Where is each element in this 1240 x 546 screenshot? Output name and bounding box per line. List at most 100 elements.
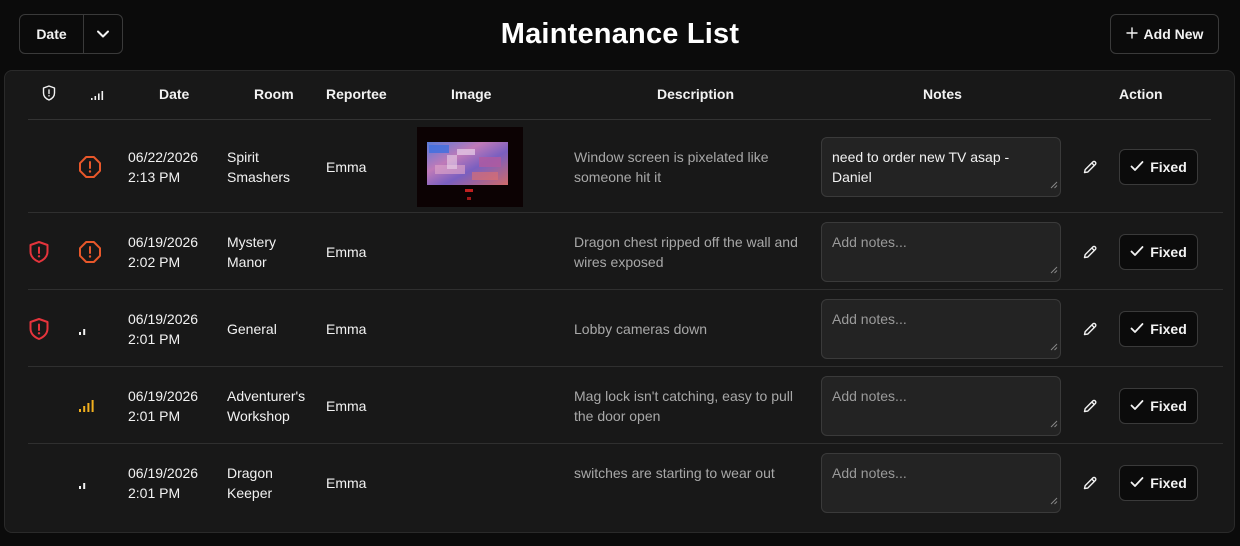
notes-placeholder: Add notes... (832, 464, 907, 481)
time-value: 2:01 PM (128, 484, 181, 501)
column-header-date[interactable]: Date (159, 86, 189, 102)
reportee-cell: Emma (326, 158, 367, 175)
mark-fixed-button[interactable]: Fixed (1119, 387, 1198, 424)
table-row: 06/22/2026 2:13 PM Spirit Smashers Emma Win… (5, 120, 1234, 213)
table-row: 06/19/2026 2:01 PM Dragon Keeper Emma switch… (5, 444, 1234, 521)
table-header: Date Room Reportee Image Description Not… (5, 71, 1234, 119)
description-cell: switches are starting to wear out (574, 464, 775, 481)
date-cell: 06/19/2026 2:02 PM (128, 232, 198, 272)
priority-signal-icon (78, 475, 96, 495)
check-icon (1130, 159, 1144, 175)
mark-fixed-button[interactable]: Fixed (1119, 310, 1198, 347)
add-new-label: Add New (1143, 26, 1204, 42)
edit-pencil-icon[interactable] (1080, 242, 1100, 262)
edit-pencil-icon[interactable] (1080, 473, 1100, 493)
notes-placeholder: Add notes... (832, 387, 907, 404)
column-header-reportee[interactable]: Reportee (326, 86, 387, 102)
shield-icon (42, 85, 56, 104)
column-header-image: Image (451, 86, 492, 102)
plus-icon (1125, 26, 1138, 42)
column-header-room[interactable]: Room (254, 86, 294, 102)
maintenance-table: Date Room Reportee Image Description Not… (4, 70, 1235, 533)
mark-fixed-button[interactable]: Fixed (1119, 148, 1198, 185)
notes-field[interactable]: Add notes... (821, 375, 1061, 436)
column-header-notes: Notes (923, 86, 962, 102)
mark-fixed-button[interactable]: Fixed (1119, 464, 1198, 501)
priority-signal-icon (78, 398, 96, 418)
time-value: 2:02 PM (128, 253, 181, 270)
resize-grip-icon[interactable] (1049, 490, 1058, 510)
description-cell: Mag lock isn't catching, easy to pull th… (574, 387, 794, 424)
table-row: 06/19/2026 2:02 PM Mystery Manor Emma Dragon… (5, 213, 1234, 290)
reportee-cell: Emma (326, 397, 367, 414)
fixed-label: Fixed (1150, 474, 1187, 491)
urgent-priority-icon (78, 240, 102, 269)
check-icon (1130, 398, 1144, 414)
reportee-cell: Emma (326, 243, 367, 260)
room-line: Manor (227, 253, 267, 270)
room-line: Smashers (227, 168, 291, 185)
fixed-label: Fixed (1150, 158, 1187, 175)
room-line: Adventurer's (227, 387, 306, 404)
room-line: General (227, 320, 277, 337)
room-line: Keeper (227, 484, 273, 501)
date-value: 06/22/2026 (128, 148, 199, 165)
room-cell: General (227, 319, 277, 339)
notes-field[interactable]: Add notes... (821, 452, 1061, 513)
fixed-label: Fixed (1150, 243, 1187, 260)
time-value: 2:01 PM (128, 330, 181, 347)
fixed-label: Fixed (1150, 397, 1187, 414)
resize-grip-icon[interactable] (1049, 413, 1058, 433)
check-icon (1130, 475, 1144, 491)
room-cell: Spirit Smashers (227, 147, 290, 187)
resize-grip-icon[interactable] (1049, 336, 1058, 356)
issue-image[interactable] (417, 126, 523, 207)
resize-grip-icon[interactable] (1049, 174, 1058, 194)
notes-placeholder: Add notes... (832, 233, 907, 250)
date-cell: 06/19/2026 2:01 PM (128, 386, 198, 426)
date-value: 06/19/2026 (128, 464, 199, 481)
notes-field[interactable]: need to order new TV asap - Daniel (821, 136, 1061, 197)
room-line: Workshop (227, 407, 290, 424)
edit-pencil-icon[interactable] (1080, 396, 1100, 416)
edit-pencil-icon[interactable] (1080, 319, 1100, 339)
mark-fixed-button[interactable]: Fixed (1119, 233, 1198, 270)
time-value: 2:01 PM (128, 407, 181, 424)
column-header-action: Action (1119, 86, 1163, 102)
resize-grip-icon[interactable] (1049, 259, 1058, 279)
flag-shield-icon (28, 240, 50, 269)
date-value: 06/19/2026 (128, 233, 199, 250)
reportee-cell: Emma (326, 474, 367, 491)
page-title: Maintenance List (500, 18, 740, 50)
time-value: 2:13 PM (128, 168, 181, 185)
urgent-priority-icon (78, 155, 102, 184)
reportee-cell: Emma (326, 320, 367, 337)
fixed-label: Fixed (1150, 320, 1187, 337)
room-cell: Mystery Manor (227, 232, 276, 272)
date-cell: 06/19/2026 2:01 PM (128, 309, 198, 349)
notes-field[interactable]: Add notes... (821, 298, 1061, 359)
column-header-description: Description (657, 86, 735, 102)
signal-icon (90, 88, 104, 104)
date-value: 06/19/2026 (128, 310, 199, 327)
date-value: 06/19/2026 (128, 387, 199, 404)
notes-value: need to order new TV asap - Daniel (832, 148, 1010, 185)
add-new-button[interactable]: Add New (1110, 14, 1219, 54)
flag-shield-icon (28, 317, 50, 346)
room-line: Spirit (227, 148, 259, 165)
table-row: 06/19/2026 2:01 PM Adventurer's Workshop Em… (5, 367, 1234, 444)
priority-signal-icon (78, 321, 96, 341)
check-icon (1130, 244, 1144, 260)
table-row: 06/19/2026 2:01 PM General Emma Lobby camer… (5, 290, 1234, 367)
description-cell: Window screen is pixelated like someone … (574, 148, 769, 185)
room-cell: Adventurer's Workshop (227, 386, 305, 426)
date-cell: 06/22/2026 2:13 PM (128, 147, 198, 187)
description-cell: Dragon chest ripped off the wall and wir… (574, 233, 798, 270)
edit-pencil-icon[interactable] (1080, 157, 1100, 177)
notes-placeholder: Add notes... (832, 310, 907, 327)
room-cell: Dragon Keeper (227, 463, 273, 503)
room-line: Dragon (227, 464, 273, 481)
notes-field[interactable]: Add notes... (821, 221, 1061, 282)
room-line: Mystery (227, 233, 276, 250)
date-cell: 06/19/2026 2:01 PM (128, 463, 198, 503)
